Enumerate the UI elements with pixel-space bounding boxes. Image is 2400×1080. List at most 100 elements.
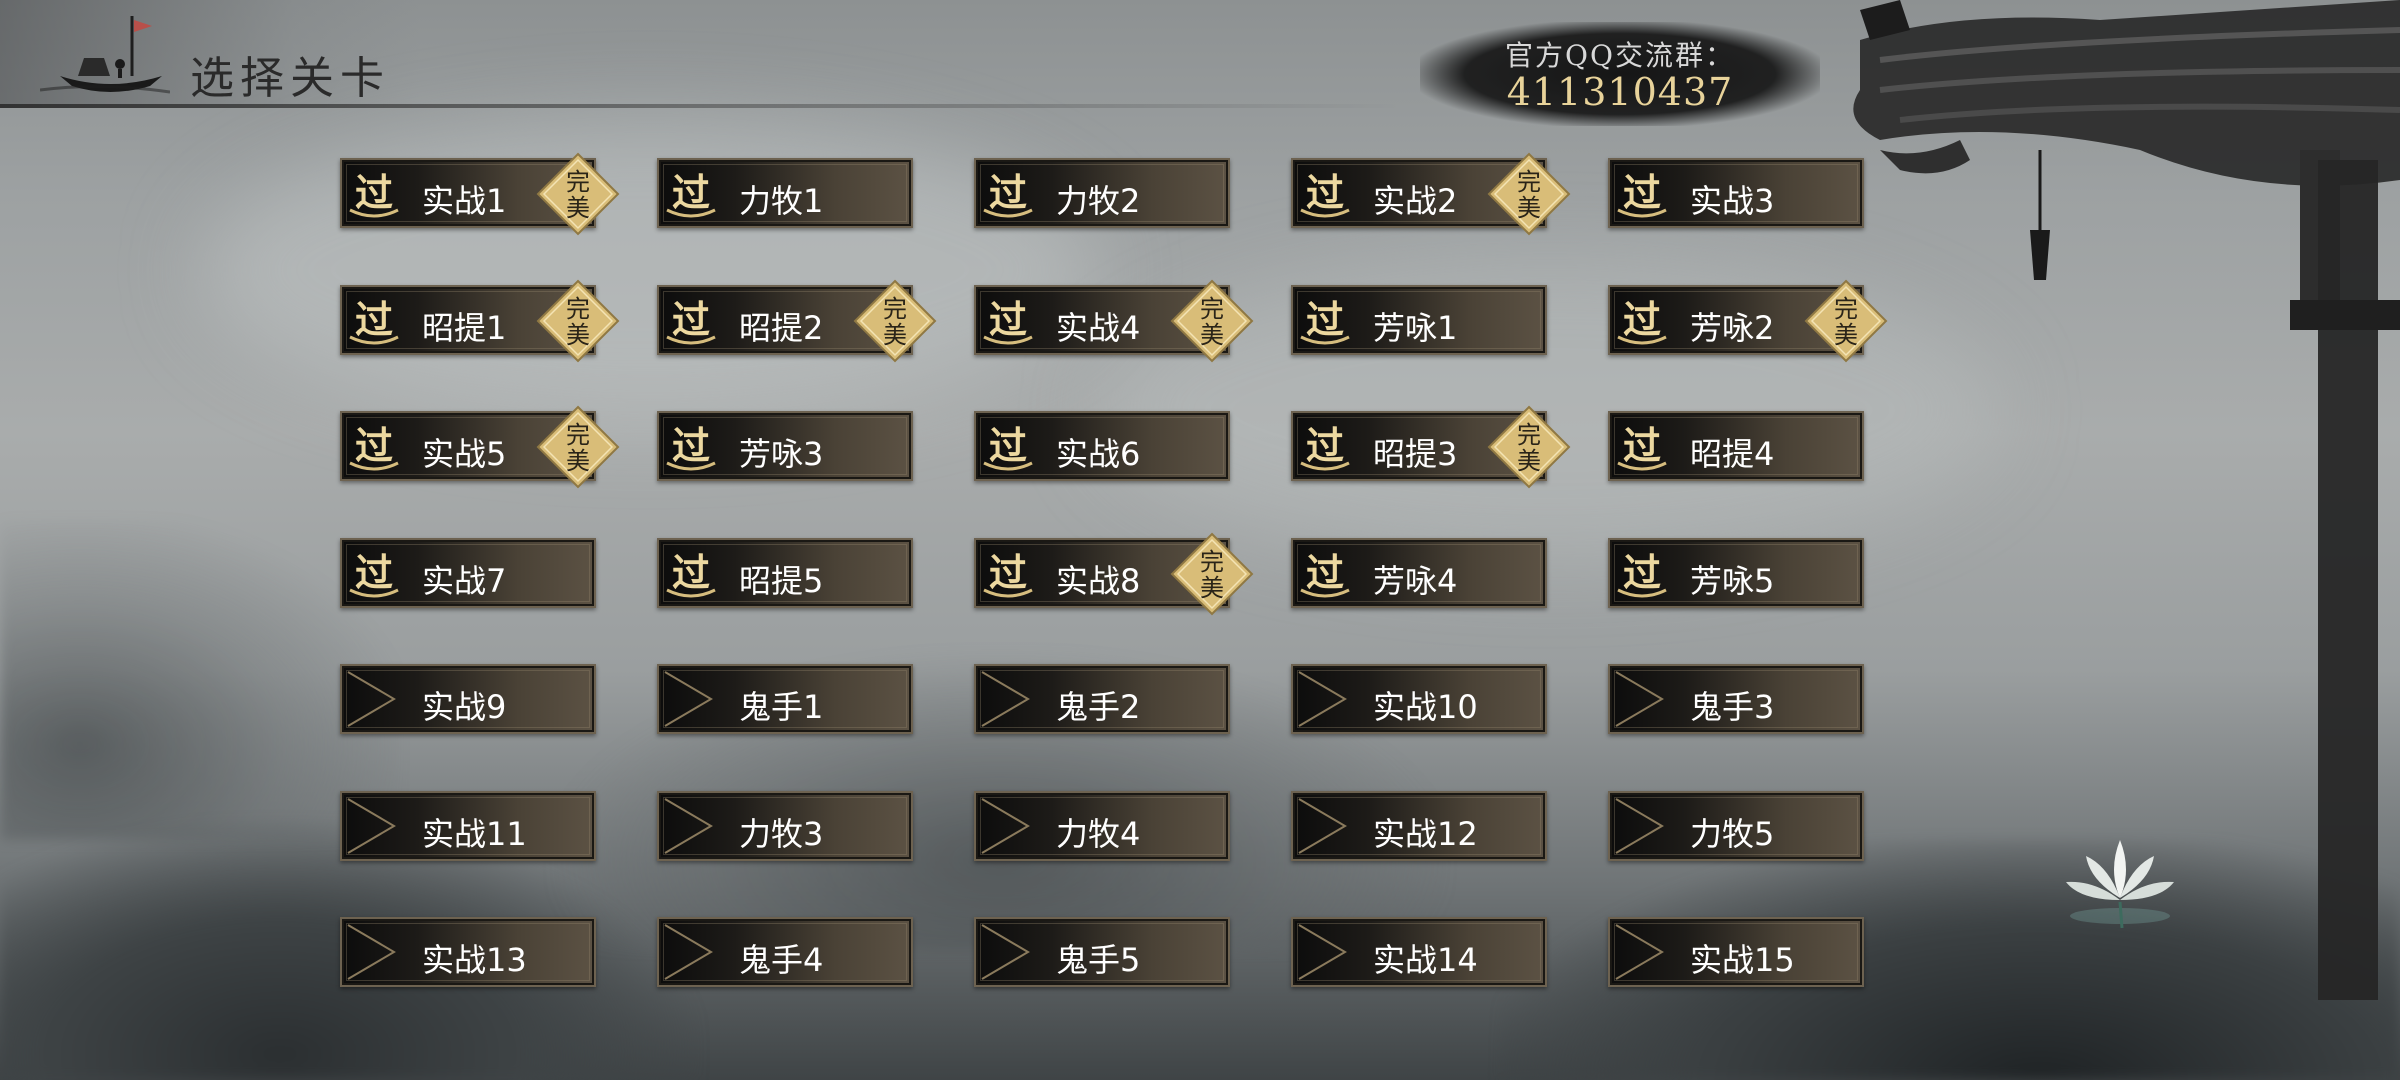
level-button[interactable]: 过昭提1 完美 xyxy=(340,279,620,363)
level-button[interactable]: 过实战8 完美 xyxy=(974,532,1254,616)
level-button[interactable]: 过昭提4 xyxy=(1608,411,1864,481)
level-button[interactable]: 力牧4 xyxy=(974,791,1230,861)
level-label: 实战12 xyxy=(1373,815,1478,853)
level-button[interactable]: 过芳咏5 xyxy=(1608,538,1864,608)
level-button[interactable]: 实战11 xyxy=(340,791,596,861)
level-button[interactable]: 过芳咏1 xyxy=(1291,285,1547,355)
level-label: 力牧4 xyxy=(1056,815,1141,853)
svg-text:美: 美 xyxy=(1517,194,1541,222)
cleared-stamp-icon: 过 xyxy=(349,423,399,471)
svg-text:过: 过 xyxy=(1623,170,1661,215)
level-button[interactable]: 过实战3 xyxy=(1608,158,1864,228)
header-divider xyxy=(0,104,1400,108)
play-arrow-icon xyxy=(1298,798,1347,854)
play-arrow-icon xyxy=(981,671,1030,727)
level-grid: 过实战1 完美过力牧1 过力牧2 过实战2 完美过实战3 过昭提1 完美过昭提2 完美过实战4… xyxy=(340,152,1900,988)
level-button[interactable]: 过力牧1 xyxy=(657,158,913,228)
level-label: 实战4 xyxy=(1056,309,1141,347)
cleared-stamp-icon: 过 xyxy=(666,297,716,345)
level-button[interactable]: 过实战5 完美 xyxy=(340,405,620,489)
level-button[interactable]: 力牧3 xyxy=(657,791,913,861)
cleared-stamp-icon: 过 xyxy=(349,170,399,218)
level-button[interactable]: 鬼手1 xyxy=(657,664,913,734)
level-button[interactable]: 过实战6 xyxy=(974,411,1230,481)
level-label: 实战13 xyxy=(422,941,527,979)
play-arrow-icon xyxy=(1615,924,1664,980)
level-label: 实战5 xyxy=(422,435,507,473)
level-button[interactable]: 过昭提2 完美 xyxy=(657,279,937,363)
play-arrow-icon xyxy=(664,924,713,980)
level-button[interactable]: 过实战4 完美 xyxy=(974,279,1254,363)
svg-text:过: 过 xyxy=(1623,423,1661,468)
cleared-stamp-icon: 过 xyxy=(983,170,1033,218)
boat-icon[interactable] xyxy=(40,6,170,102)
perfect-badge-icon: 完美 xyxy=(1170,532,1254,616)
level-label: 实战11 xyxy=(422,815,527,853)
level-button[interactable]: 过实战2 完美 xyxy=(1291,152,1571,236)
level-label: 芳咏3 xyxy=(739,435,824,473)
svg-text:过: 过 xyxy=(355,550,393,595)
level-button[interactable]: 实战9 xyxy=(340,664,596,734)
perfect-badge-icon: 完美 xyxy=(536,152,620,236)
level-button[interactable]: 过实战1 完美 xyxy=(340,152,620,236)
play-arrow-icon xyxy=(664,671,713,727)
cleared-stamp-icon: 过 xyxy=(983,550,1033,598)
svg-text:过: 过 xyxy=(672,423,710,468)
level-button[interactable]: 实战13 xyxy=(340,917,596,987)
play-arrow-icon xyxy=(347,924,396,980)
level-button[interactable]: 过芳咏3 xyxy=(657,411,913,481)
cleared-stamp-icon: 过 xyxy=(1300,550,1350,598)
level-button[interactable]: 实战14 xyxy=(1291,917,1547,987)
cleared-stamp-icon: 过 xyxy=(1300,170,1350,218)
svg-text:完: 完 xyxy=(566,295,590,323)
svg-text:美: 美 xyxy=(1200,574,1224,602)
level-label: 鬼手3 xyxy=(1690,688,1775,726)
play-arrow-icon xyxy=(1615,671,1664,727)
level-button[interactable]: 实战10 xyxy=(1291,664,1547,734)
cleared-stamp-icon: 过 xyxy=(1617,423,1667,471)
svg-text:过: 过 xyxy=(1623,550,1661,595)
level-label: 芳咏5 xyxy=(1690,562,1775,600)
level-label: 昭提2 xyxy=(739,309,824,347)
level-button[interactable]: 力牧5 xyxy=(1608,791,1864,861)
svg-text:美: 美 xyxy=(566,194,590,222)
cleared-stamp-icon: 过 xyxy=(1617,297,1667,345)
play-arrow-icon xyxy=(347,798,396,854)
level-button[interactable]: 过芳咏2 完美 xyxy=(1608,279,1888,363)
level-button[interactable]: 鬼手3 xyxy=(1608,664,1864,734)
level-label: 实战7 xyxy=(422,562,507,600)
level-button[interactable]: 鬼手5 xyxy=(974,917,1230,987)
qq-group-number: 411310437 xyxy=(1506,70,1734,114)
level-button[interactable]: 过昭提5 xyxy=(657,538,913,608)
level-button[interactable]: 过力牧2 xyxy=(974,158,1230,228)
cleared-stamp-icon: 过 xyxy=(349,550,399,598)
level-label: 实战15 xyxy=(1690,941,1795,979)
level-button[interactable]: 实战12 xyxy=(1291,791,1547,861)
page-title: 选择关卡 xyxy=(190,53,390,104)
level-label: 鬼手4 xyxy=(739,941,824,979)
perfect-badge-icon: 完美 xyxy=(536,405,620,489)
level-label: 芳咏4 xyxy=(1373,562,1458,600)
svg-text:过: 过 xyxy=(1306,297,1344,342)
cleared-stamp-icon: 过 xyxy=(983,297,1033,345)
level-button[interactable]: 过芳咏4 xyxy=(1291,538,1547,608)
svg-text:过: 过 xyxy=(989,550,1027,595)
level-button[interactable]: 过昭提3 完美 xyxy=(1291,405,1571,489)
level-button[interactable]: 鬼手2 xyxy=(974,664,1230,734)
header: 选择关卡 xyxy=(0,0,460,110)
level-label: 力牧1 xyxy=(739,182,824,220)
cleared-stamp-icon: 过 xyxy=(666,550,716,598)
svg-text:过: 过 xyxy=(672,170,710,215)
level-label: 昭提5 xyxy=(739,562,824,600)
svg-text:完: 完 xyxy=(883,295,907,323)
level-button[interactable]: 过实战7 xyxy=(340,538,596,608)
svg-text:过: 过 xyxy=(989,170,1027,215)
perfect-badge-icon: 完美 xyxy=(536,279,620,363)
level-label: 实战1 xyxy=(422,182,507,220)
svg-text:完: 完 xyxy=(566,168,590,196)
level-button[interactable]: 实战15 xyxy=(1608,917,1864,987)
play-arrow-icon xyxy=(347,671,396,727)
svg-text:美: 美 xyxy=(1834,321,1858,349)
level-button[interactable]: 鬼手4 xyxy=(657,917,913,987)
play-arrow-icon xyxy=(981,798,1030,854)
